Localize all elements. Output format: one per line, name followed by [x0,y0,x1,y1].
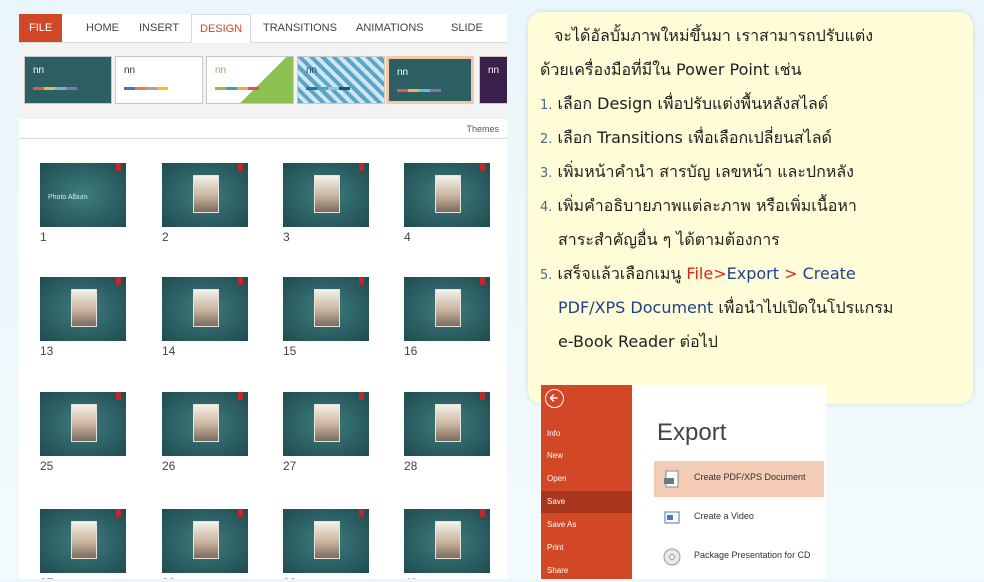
export-title: Export [657,419,727,446]
instruction-note: จะได้อัลบั้มภาพใหม่ขึ้นมา เราสามารถปรับแ… [528,12,973,404]
album-title: Photo Album [48,194,88,201]
themes-gallery: nn nn nn nn nn nn [19,43,507,119]
bookmark-ribbon [116,163,121,171]
theme-option[interactable]: nn [24,56,112,104]
step-1: 1. เลือก Design เพื่อปรับแต่งพื้นหลังสไล… [540,94,829,113]
photo [435,175,461,213]
slide-number: 27 [283,459,297,473]
step-5-continued: PDF/XPS Document เพื่อนำไปเปิดในโปรแกรม [558,298,894,317]
tab-file[interactable]: FILE [19,14,63,42]
tab-design[interactable]: DESIGN [191,14,252,43]
slide-preview [162,163,248,227]
slide-number: 25 [40,459,54,473]
slide-number: 4 [404,230,411,244]
ribbon-tab-bar: FILE HOME INSERT DESIGN TRANSITIONS ANIM… [19,14,507,62]
photo [193,175,219,213]
photo [314,289,340,327]
theme-option[interactable]: nn [479,56,507,104]
slide-preview [40,509,126,573]
slide-preview [162,277,248,341]
slide-number: 2 [162,230,169,244]
tab-animations[interactable]: ANIMATIONS [356,14,424,42]
color-bar [124,87,168,90]
photo [71,289,97,327]
slide-number: 15 [283,344,297,358]
slide-preview [404,392,490,456]
backstage-export-panel: Info New Open Save Save As Print Share E… [541,385,826,579]
photo [193,289,219,327]
slide-preview [283,509,369,573]
slide-number: 28 [404,459,418,473]
step-4-continued: สาระสำคัญอื่น ๆ ได้ตามต้องการ [558,230,780,249]
menu-print[interactable]: Print [541,537,632,559]
slide-number: 16 [404,344,418,358]
photo [193,521,219,559]
theme-option[interactable]: nn [297,56,385,104]
photo [435,521,461,559]
slide-number: 1 [40,230,47,244]
menu-new[interactable]: New [541,445,632,467]
color-bar [215,87,259,90]
photo [314,521,340,559]
intro-line-2: ด้วยเครื่องมือที่มีใน Power Point เช่น [540,60,802,79]
slide-number: 3 [283,230,290,244]
slide-sorter: Photo Album 1 2 3 4 13 14 15 16 25 26 27… [19,139,507,579]
color-bar [33,87,77,90]
slide-preview [162,509,248,573]
slide-preview [404,509,490,573]
video-icon [663,509,681,527]
step-3: 3. เพิ่มหน้าคำนำ สารบัญ เลขหน้า และปกหลั… [540,162,854,181]
step-2: 2. เลือก Transitions เพื่อเลือกเปลี่ยนสไ… [540,128,832,147]
powerpoint-window: FILE HOME INSERT DESIGN TRANSITIONS ANIM… [19,14,507,579]
intro-line-1: จะได้อัลบั้มภาพใหม่ขึ้นมา เราสามารถปรับแ… [554,26,874,45]
theme-option[interactable]: nn [206,56,294,104]
slide-preview [283,163,369,227]
slide-preview [404,277,490,341]
tab-insert[interactable]: INSERT [139,14,179,42]
create-pdf-xps-option[interactable]: Create PDF/XPS Document [654,461,824,497]
step-5-final: e-Book Reader ต่อไป [558,332,718,351]
tab-transitions[interactable]: TRANSITIONS [263,14,337,42]
slide-number: 26 [162,459,176,473]
themes-group-label: Themes [466,124,499,134]
slide-preview [283,392,369,456]
menu-save-as[interactable]: Save As [541,514,632,536]
photo [193,404,219,442]
photo [435,289,461,327]
step-4: 4. เพิ่มคำอธิบายภาพแต่ละภาพ หรือเพิ่มเนื… [540,196,857,215]
back-arrow-icon[interactable] [545,389,564,408]
slide-preview [162,392,248,456]
slide-preview: Photo Album [40,163,126,227]
slide-preview [404,163,490,227]
theme-option[interactable]: nn [115,56,203,104]
photo [314,404,340,442]
slide-number: 14 [162,344,176,358]
slide-number: 13 [40,344,54,358]
color-bar [306,87,350,90]
slide-preview [283,277,369,341]
tab-home[interactable]: HOME [86,14,119,42]
slide-preview [40,277,126,341]
pdf-document-icon [663,470,681,488]
slide-preview [40,392,126,456]
tab-slide-show[interactable]: SLIDE SHO [451,14,507,62]
photo [71,521,97,559]
create-video-option[interactable]: Create a Video [654,500,824,536]
menu-save[interactable]: Save [541,491,632,513]
color-bar [397,89,441,92]
menu-open[interactable]: Open [541,468,632,490]
photo [314,175,340,213]
photo [71,404,97,442]
photo [435,404,461,442]
backstage-sidebar: Info New Open Save Save As Print Share [541,385,632,579]
package-for-cd-option[interactable]: Package Presentation for CD [654,539,824,575]
step-5: 5. เสร็จแล้วเลือกเมนู File>Export > Crea… [540,264,856,283]
cd-icon [663,548,681,566]
menu-info[interactable]: Info [541,423,632,445]
theme-option-selected[interactable]: nn [386,56,474,104]
